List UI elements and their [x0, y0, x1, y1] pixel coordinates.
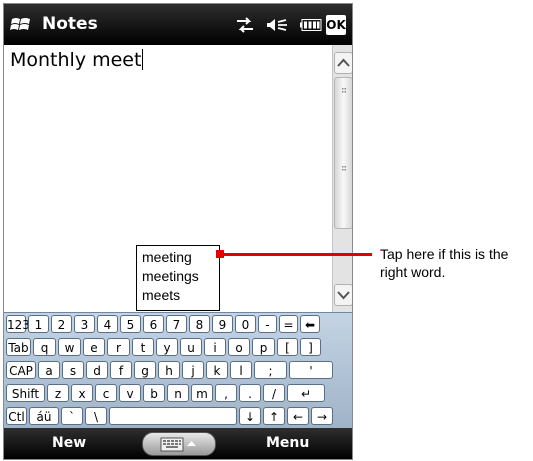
key[interactable]: t — [132, 338, 154, 356]
vertical-scrollbar[interactable] — [332, 45, 352, 312]
callout-marker — [216, 250, 224, 258]
key[interactable]: k — [206, 361, 228, 379]
key[interactable]: Shift — [6, 384, 45, 402]
key[interactable]: n — [167, 384, 189, 402]
key[interactable]: 6 — [143, 315, 164, 333]
key[interactable]: z — [47, 384, 69, 402]
suggestion-item[interactable]: meetings — [137, 267, 219, 286]
keyboard-icon — [160, 437, 184, 452]
key[interactable]: r — [107, 338, 130, 356]
key[interactable]: ↑ — [263, 407, 285, 425]
connectivity-icon[interactable] — [234, 16, 256, 34]
device-screen: Notes OK Monthly meet meeting meetings m… — [3, 3, 353, 460]
key[interactable]: s — [62, 361, 84, 379]
key[interactable]: [ — [277, 338, 298, 356]
caret-up-icon — [187, 441, 196, 446]
key[interactable]: ⬅ — [300, 315, 320, 333]
key[interactable]: j — [182, 361, 204, 379]
key[interactable]: 9 — [212, 315, 233, 333]
key[interactable]: c — [95, 384, 117, 402]
scroll-down-icon[interactable] — [334, 284, 352, 306]
key[interactable]: 8 — [189, 315, 210, 333]
key[interactable]: → — [311, 407, 333, 425]
callout-line — [224, 253, 372, 256]
key[interactable]: ← — [287, 407, 309, 425]
note-text: Monthly meet — [10, 49, 142, 71]
suggestion-item[interactable]: meets — [137, 286, 219, 305]
key[interactable]: / — [263, 384, 285, 402]
key[interactable] — [109, 407, 237, 425]
key[interactable]: . — [239, 384, 261, 402]
key[interactable]: Ctl — [6, 407, 27, 425]
key[interactable]: ' — [289, 361, 333, 379]
key[interactable]: 3 — [74, 315, 95, 333]
key[interactable]: x — [71, 384, 93, 402]
key[interactable]: 0 — [235, 315, 256, 333]
app-title: Notes — [42, 14, 98, 34]
key[interactable]: u — [180, 338, 202, 356]
key[interactable]: d — [86, 361, 108, 379]
key[interactable]: m — [191, 384, 213, 402]
key[interactable]: g — [134, 361, 156, 379]
key[interactable]: 1 — [28, 315, 49, 333]
key[interactable]: 7 — [166, 315, 187, 333]
key[interactable]: o — [228, 338, 250, 356]
windows-start-icon[interactable] — [10, 16, 32, 34]
key[interactable]: \ — [85, 407, 107, 425]
suggestion-item[interactable]: meeting — [137, 248, 219, 267]
key[interactable]: Tab — [6, 338, 31, 356]
key[interactable]: p — [252, 338, 275, 356]
note-text-line: Monthly meet — [10, 49, 144, 71]
key[interactable]: i — [204, 338, 226, 356]
key[interactable]: y — [156, 338, 178, 356]
menu-softkey[interactable]: Menu — [266, 435, 309, 451]
ok-button[interactable]: OK — [326, 15, 346, 35]
scrollbar-thumb[interactable] — [334, 77, 352, 229]
key[interactable]: 2 — [51, 315, 72, 333]
key[interactable]: , — [215, 384, 237, 402]
key[interactable]: ` — [61, 407, 83, 425]
key[interactable]: 5 — [120, 315, 141, 333]
new-softkey[interactable]: New — [52, 435, 86, 451]
callout-text: Tap here if this is the right word. — [380, 246, 509, 280]
battery-icon[interactable] — [300, 19, 322, 31]
key[interactable]: v — [119, 384, 141, 402]
word-suggestion-list: meeting meetings meets — [136, 245, 220, 311]
key[interactable]: CAP — [6, 361, 36, 379]
key[interactable]: áü — [29, 407, 59, 425]
key[interactable]: a — [38, 361, 60, 379]
key[interactable]: ↵ — [287, 384, 325, 402]
key[interactable]: ↓ — [239, 407, 261, 425]
key[interactable]: ] — [300, 338, 321, 356]
key[interactable]: 4 — [97, 315, 118, 333]
volume-muted-icon[interactable] — [266, 16, 288, 34]
key[interactable]: l — [230, 361, 252, 379]
menu-bar: New Menu — [4, 428, 352, 459]
key[interactable]: e — [83, 338, 105, 356]
key[interactable]: f — [110, 361, 132, 379]
key[interactable]: ; — [254, 361, 287, 379]
key[interactable]: q — [33, 338, 56, 356]
key[interactable]: 123 — [6, 315, 30, 333]
key[interactable]: h — [158, 361, 180, 379]
soft-keyboard: 123 1 2 3 4 5 6 7 8 9 0- = ⬅ Tab q w e r t y u i o p[] CAP a s d f g h… — [4, 312, 352, 429]
key[interactable]: b — [143, 384, 165, 402]
input-panel-button[interactable] — [142, 432, 216, 456]
title-bar: Notes OK — [4, 4, 352, 45]
key[interactable]: = — [279, 315, 298, 333]
key[interactable]: - — [258, 315, 277, 333]
text-caret — [142, 49, 144, 70]
key[interactable]: w — [58, 338, 81, 356]
scroll-up-icon[interactable] — [334, 52, 352, 74]
